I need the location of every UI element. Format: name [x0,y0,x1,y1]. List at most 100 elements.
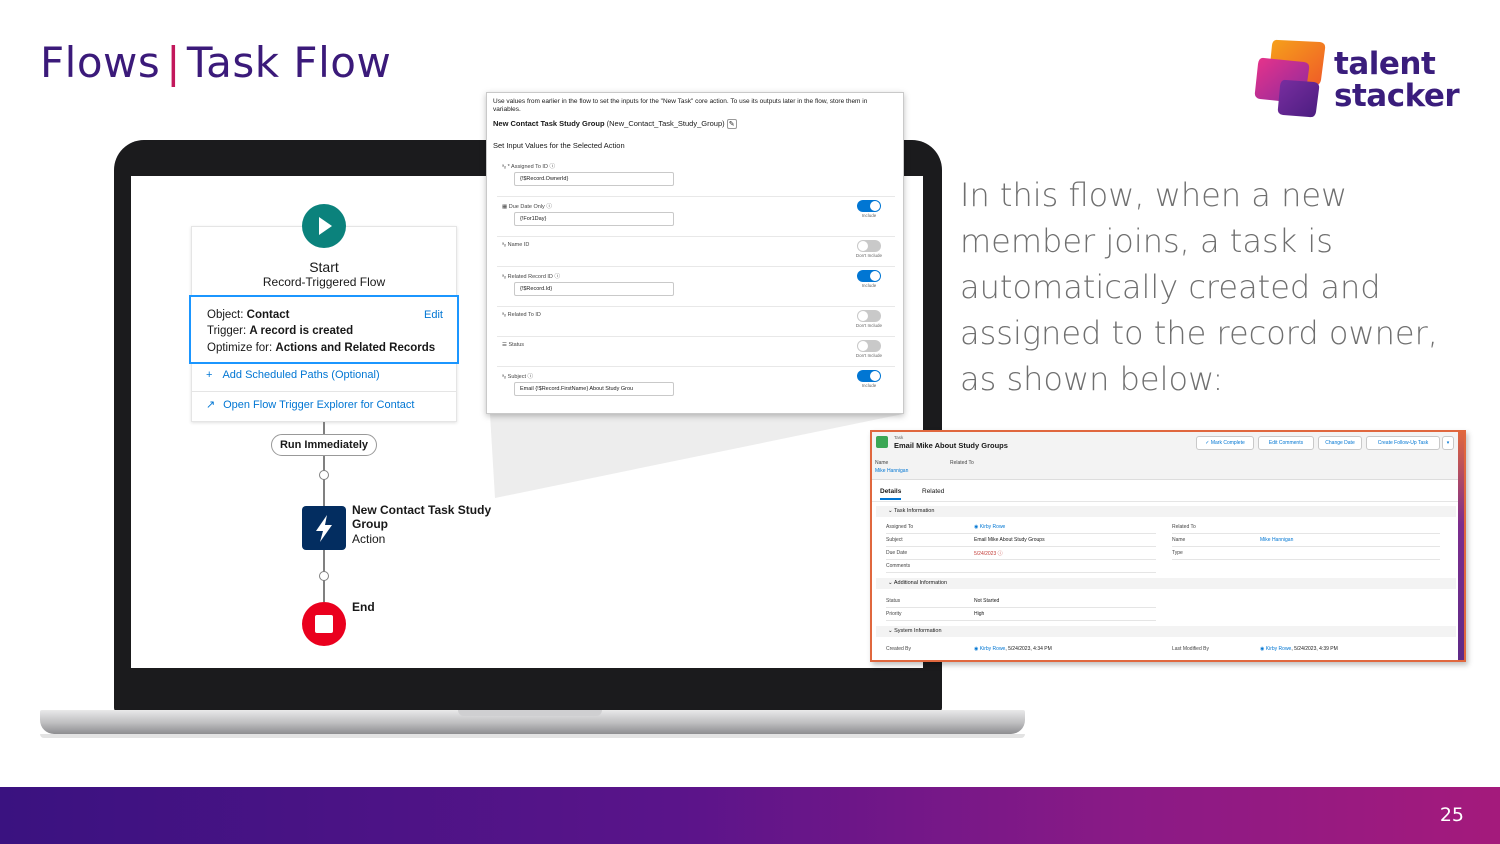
laptop-shadow [40,734,1025,738]
section-additional-information[interactable]: ⌄ Additional Information [876,578,1456,589]
talent-stacker-logo: talent stacker [1252,36,1472,122]
start-subtitle: Record-Triggered Flow [262,275,386,289]
modified-by-value: ◉ Kirby Rowe, 5/24/2023, 4:39 PM [1260,646,1338,652]
end-label: End [352,600,375,614]
panel-action-label: New Contact Task Study Group [493,119,605,128]
object-line: Object: Contact [207,309,289,321]
include-toggle[interactable] [857,370,881,382]
edit-comments-button[interactable]: Edit Comments [1258,436,1314,450]
section-task-information[interactable]: ⌄ Task Information [876,506,1456,517]
input-label: ▦ Due Date Only ⓘ [502,204,552,210]
created-by-link[interactable]: Kirby Rowe [980,646,1006,652]
include-toggle[interactable] [857,340,881,352]
header-name-link[interactable]: Mike Hannigan [875,468,908,474]
comments-label: Comments [886,563,911,569]
end-stop-icon [302,602,346,646]
status-label: Status [886,598,901,604]
record-header: Task Email Mike About Study Groups ✓ Mar… [872,432,1460,480]
logo-wordmark: talent stacker [1334,46,1460,112]
modified-by-link[interactable]: Kirby Rowe [1266,646,1292,652]
field-divider [886,559,1156,560]
text-field-icon: ᵃₒ [502,242,507,248]
add-element-node[interactable] [319,470,329,480]
modified-by-date: , 5/24/2023, 4:39 PM [1291,646,1338,652]
due-date-value: 5/24/2023 ⓘ [974,551,1003,557]
record-purple-edge [1458,432,1464,660]
card-divider [191,391,457,392]
object-label: Object: [207,309,244,321]
created-by-label: Created By [886,646,912,652]
open-explorer-label: Open Flow Trigger Explorer for Contact [223,399,415,411]
record-object-type: Task [894,435,904,440]
type-label: Type [1172,550,1183,556]
start-title: Start [309,259,339,275]
input-label: ᵃₒ Related Record ID ⓘ [502,274,560,280]
tab-related[interactable]: Related [922,488,944,495]
related-record-input[interactable]: {!$Record.Id} [514,282,674,296]
add-scheduled-paths-link[interactable]: + Add Scheduled Paths (Optional) [206,369,380,381]
info-icon: ⓘ [549,164,555,170]
text-field-icon: ᵃₒ [502,312,507,318]
action-input-panel: Use values from earlier in the flow to s… [486,92,904,414]
logo-line1: talent [1334,46,1436,82]
text-field-icon: ᵃₒ [502,164,507,170]
text-field-icon: ᵃₒ [502,274,507,280]
subject-input[interactable]: Email {!$Record.FirstName} About Study G… [514,382,674,396]
input-label: ᵃₒ Related To ID [502,312,541,318]
panel-intro: Use values from earlier in the flow to s… [493,98,868,113]
user-icon: ◉ [1260,646,1265,652]
title-part1: Flows [40,38,161,87]
due-date-input[interactable]: {!For1Day} [514,212,674,226]
title-separator: | [166,38,181,87]
more-actions-chevron-icon[interactable]: ▾ [1442,436,1454,450]
include-toggle[interactable] [857,200,881,212]
toggle-state: Don't Include [855,353,883,358]
object-value: Contact [246,309,290,321]
tab-details[interactable]: Details [880,488,902,500]
assigned-to-link[interactable]: ◉ Kirby Rowe [974,524,1005,530]
field-divider [886,620,1156,621]
logo-mark-icon [1254,39,1326,118]
field-divider [1172,546,1440,547]
pencil-icon[interactable]: ✎ [726,119,737,129]
info-icon: ⓘ [546,204,552,210]
assigned-to-input[interactable]: {!$Record.OwnerId} [514,172,674,186]
user-icon: ◉ [974,524,979,530]
record-title: Email Mike About Study Groups [894,441,1008,450]
header-related-label: Related To [950,460,974,466]
include-toggle[interactable] [857,310,881,322]
name-label: Name [1172,537,1186,543]
start-play-icon[interactable] [302,204,346,248]
input-row-name-id: ᵃₒ Name ID Don't Include [497,237,895,267]
name-link[interactable]: Mike Hannigan [1260,537,1293,543]
add-element-node[interactable] [319,571,329,581]
field-divider [886,546,1156,547]
priority-label: Priority [886,611,902,617]
connector-line [323,422,325,434]
include-toggle[interactable] [857,270,881,282]
user-icon: ◉ [974,646,979,652]
lightning-icon [316,515,332,542]
edit-link[interactable]: Edit [424,309,443,321]
change-date-button[interactable]: Change Date [1318,436,1362,450]
create-follow-up-button[interactable]: Create Follow-Up Task [1366,436,1440,450]
optimize-label: Optimize for: [207,342,273,354]
field-divider [886,533,1156,534]
toggle-state: Include [861,213,877,218]
status-value: Not Started [974,598,1000,604]
modified-by-label: Last Modified By [1172,646,1209,652]
trigger-summary-box[interactable]: Object: Contact Edit Trigger: A record i… [189,295,459,364]
toggle-state: Include [861,283,877,288]
run-immediately-pill[interactable]: Run Immediately [271,434,377,456]
footer-bar [0,787,1500,844]
related-to-label: Related To [1172,524,1196,530]
trigger-line: Trigger: A record is created [207,325,353,337]
optimize-value: Actions and Related Records [275,342,436,354]
task-icon [876,436,888,448]
action-lightning-icon[interactable] [302,506,346,550]
connector-line [323,456,325,506]
open-trigger-explorer-link[interactable]: ↗ Open Flow Trigger Explorer for Contact [206,398,414,411]
include-toggle[interactable] [857,240,881,252]
section-system-information[interactable]: ⌄ System Information [876,626,1456,637]
mark-complete-button[interactable]: ✓ Mark Complete [1196,436,1254,450]
